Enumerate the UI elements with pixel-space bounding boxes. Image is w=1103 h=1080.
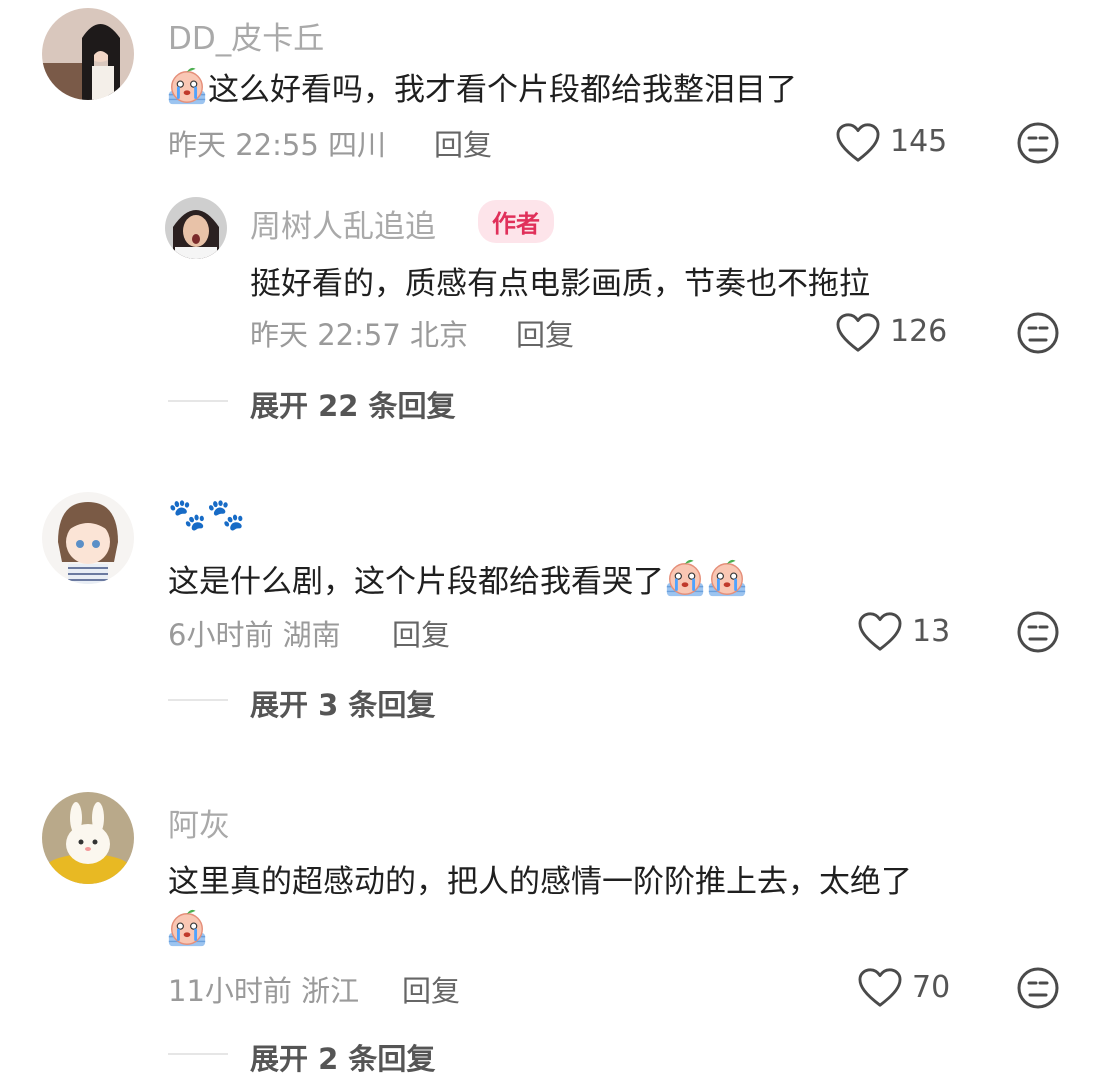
reply-time: 昨天 22:57 xyxy=(250,318,401,352)
crying-face-icon xyxy=(166,66,208,108)
comment-text: 这么好看吗，我才看个片段都给我整泪目了 xyxy=(166,64,797,109)
author-badge: 作者 xyxy=(478,200,554,243)
comment-location: 四川 xyxy=(328,128,387,162)
crying-face-icon xyxy=(166,908,208,950)
like-count: 13 xyxy=(912,614,951,649)
comment-text-body: 这么好看吗，我才看个片段都给我整泪目了 xyxy=(208,72,797,108)
dislike-face-icon[interactable] xyxy=(1016,966,1060,1010)
comment-meta: 昨天 22:55 四川 xyxy=(168,122,386,164)
reply-button[interactable]: 回复 xyxy=(516,312,574,354)
comment-location: 浙江 xyxy=(301,974,360,1008)
comment-text: 这里真的超感动的，把人的感情一阶阶推上去，太绝了 xyxy=(168,864,912,900)
comment-text: 这是什么剧，这个片段都给我看哭了 xyxy=(168,556,748,601)
like-heart-icon[interactable] xyxy=(857,967,903,1009)
comment-username[interactable]: DD_皮卡丘 xyxy=(168,13,324,58)
comment-username[interactable]: 🐾🐾 xyxy=(168,496,245,533)
crying-face-icon xyxy=(664,558,706,600)
like-heart-icon[interactable] xyxy=(835,312,881,354)
like-count: 145 xyxy=(890,124,948,159)
like-count: 70 xyxy=(912,970,951,1005)
comment-meta: 11小时前 浙江 xyxy=(168,968,359,1010)
dislike-face-icon[interactable] xyxy=(1016,311,1060,355)
reply-button[interactable]: 回复 xyxy=(392,612,450,654)
like-count: 126 xyxy=(890,314,948,349)
reply-meta: 昨天 22:57 北京 xyxy=(250,312,468,354)
comment-username[interactable]: 阿灰 xyxy=(168,800,230,845)
reply-avatar[interactable] xyxy=(165,197,227,259)
like-heart-icon[interactable] xyxy=(835,122,881,164)
avatar[interactable] xyxy=(42,8,134,100)
comment-time: 11小时前 xyxy=(168,974,292,1008)
divider-line xyxy=(168,1053,228,1055)
reply-username[interactable]: 周树人乱追追 xyxy=(250,201,436,246)
like-heart-icon[interactable] xyxy=(857,611,903,653)
comment-text-body: 这是什么剧，这个片段都给我看哭了 xyxy=(168,564,664,600)
avatar[interactable] xyxy=(42,492,134,584)
expand-replies-button[interactable]: 展开 2 条回复 xyxy=(250,1036,435,1078)
divider-line xyxy=(168,699,228,701)
comment-meta: 6小时前 湖南 xyxy=(168,612,341,654)
comment-location: 湖南 xyxy=(282,618,341,652)
expand-replies-button[interactable]: 展开 22 条回复 xyxy=(250,383,456,425)
crying-face-icon xyxy=(706,558,748,600)
reply-button[interactable]: 回复 xyxy=(402,968,460,1010)
expand-replies-button[interactable]: 展开 3 条回复 xyxy=(250,682,435,724)
comment-time: 6小时前 xyxy=(168,618,274,652)
comment-time: 昨天 22:55 xyxy=(168,128,319,162)
dislike-face-icon[interactable] xyxy=(1016,610,1060,654)
reply-text: 挺好看的，质感有点电影画质，节奏也不拖拉 xyxy=(250,266,870,302)
avatar[interactable] xyxy=(42,792,134,884)
reply-button[interactable]: 回复 xyxy=(434,122,492,164)
reply-location: 北京 xyxy=(410,318,469,352)
divider-line xyxy=(168,400,228,402)
dislike-face-icon[interactable] xyxy=(1016,121,1060,165)
